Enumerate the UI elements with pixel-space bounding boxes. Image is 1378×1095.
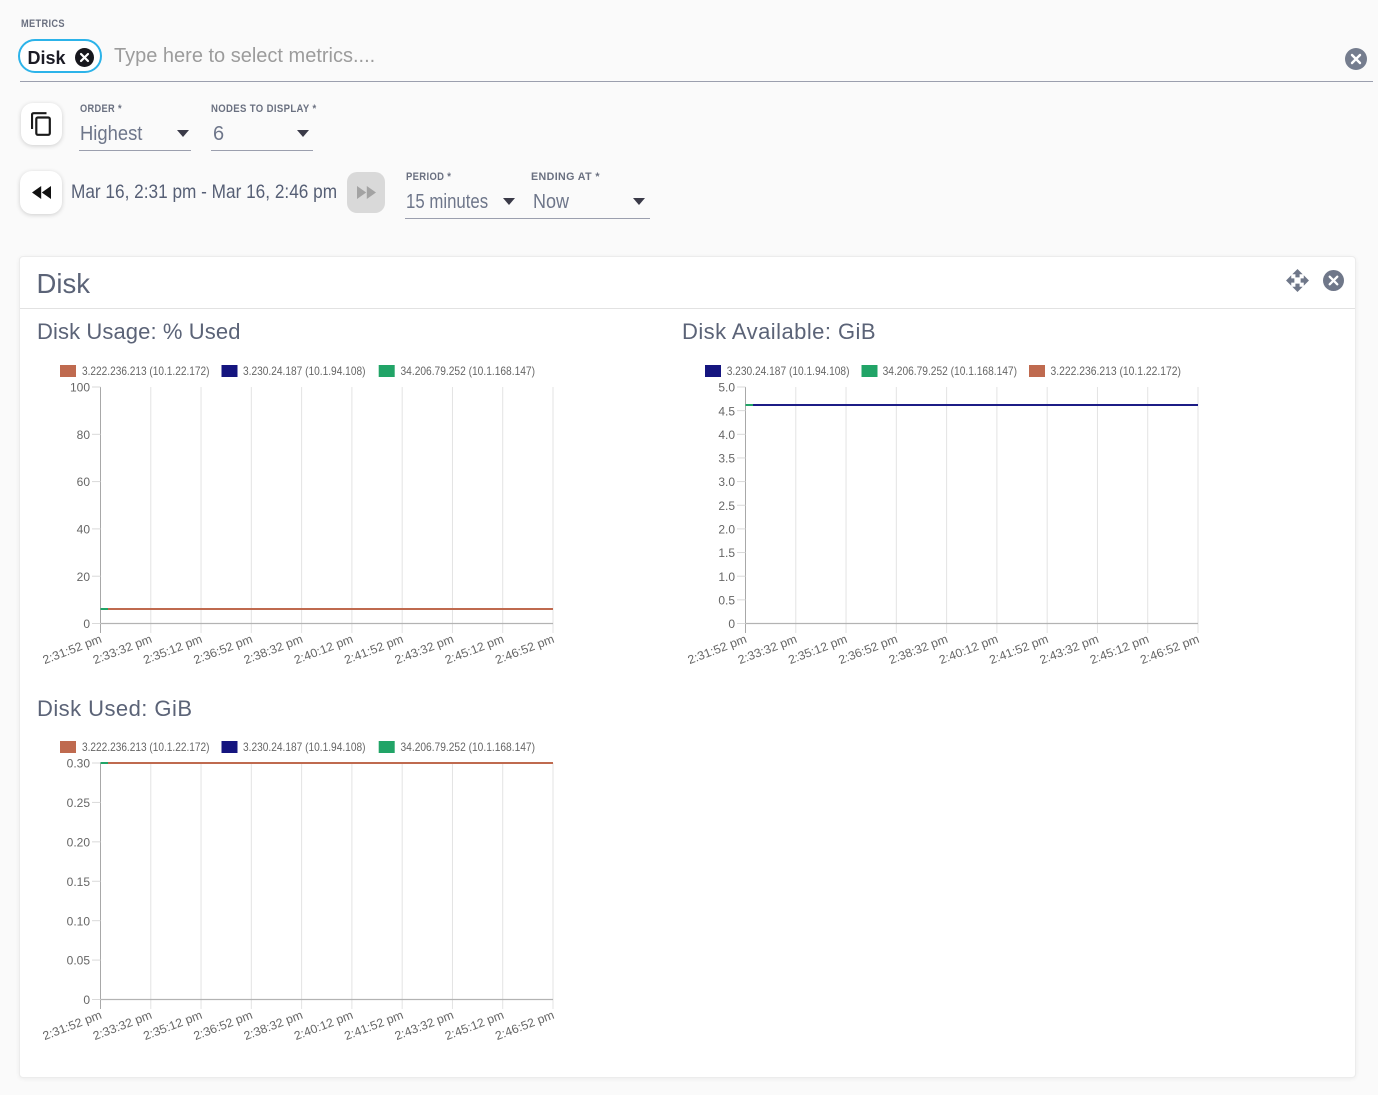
svg-text:0.15: 0.15 (67, 874, 91, 888)
svg-text:2.0: 2.0 (718, 523, 735, 537)
svg-text:5.0: 5.0 (718, 381, 735, 395)
svg-text:0: 0 (728, 617, 735, 631)
svg-text:3.230.24.187 (10.1.94.108): 3.230.24.187 (10.1.94.108) (243, 740, 366, 754)
svg-text:3.230.24.187 (10.1.94.108): 3.230.24.187 (10.1.94.108) (243, 364, 366, 378)
svg-text:100: 100 (70, 381, 90, 395)
svg-text:20: 20 (77, 570, 91, 584)
svg-text:3.222.236.213 (10.1.22.172): 3.222.236.213 (10.1.22.172) (82, 740, 210, 754)
svg-text:0.10: 0.10 (67, 914, 91, 928)
svg-text:3.222.236.213 (10.1.22.172): 3.222.236.213 (10.1.22.172) (1051, 364, 1182, 378)
svg-text:3.0: 3.0 (718, 475, 735, 489)
svg-text:0.5: 0.5 (718, 593, 735, 607)
svg-text:60: 60 (77, 475, 91, 489)
svg-text:34.206.79.252 (10.1.168.147): 34.206.79.252 (10.1.168.147) (401, 364, 536, 378)
svg-text:34.206.79.252 (10.1.168.147): 34.206.79.252 (10.1.168.147) (883, 364, 1017, 378)
svg-text:1.5: 1.5 (718, 546, 735, 560)
svg-text:0.20: 0.20 (67, 835, 91, 849)
svg-text:4.0: 4.0 (718, 428, 735, 442)
svg-text:3.5: 3.5 (718, 452, 735, 466)
svg-text:34.206.79.252 (10.1.168.147): 34.206.79.252 (10.1.168.147) (401, 740, 536, 754)
svg-text:3.222.236.213 (10.1.22.172): 3.222.236.213 (10.1.22.172) (82, 364, 210, 378)
svg-text:80: 80 (77, 428, 91, 442)
svg-text:3.230.24.187 (10.1.94.108): 3.230.24.187 (10.1.94.108) (727, 364, 850, 378)
svg-text:0.30: 0.30 (67, 756, 91, 770)
svg-text:0.25: 0.25 (67, 796, 91, 810)
svg-text:4.5: 4.5 (718, 404, 735, 418)
svg-text:0: 0 (83, 993, 90, 1007)
svg-text:0.05: 0.05 (67, 953, 91, 967)
svg-text:40: 40 (77, 523, 91, 537)
svg-text:0: 0 (83, 617, 90, 631)
svg-text:2.5: 2.5 (718, 499, 735, 513)
svg-text:1.0: 1.0 (718, 570, 735, 584)
